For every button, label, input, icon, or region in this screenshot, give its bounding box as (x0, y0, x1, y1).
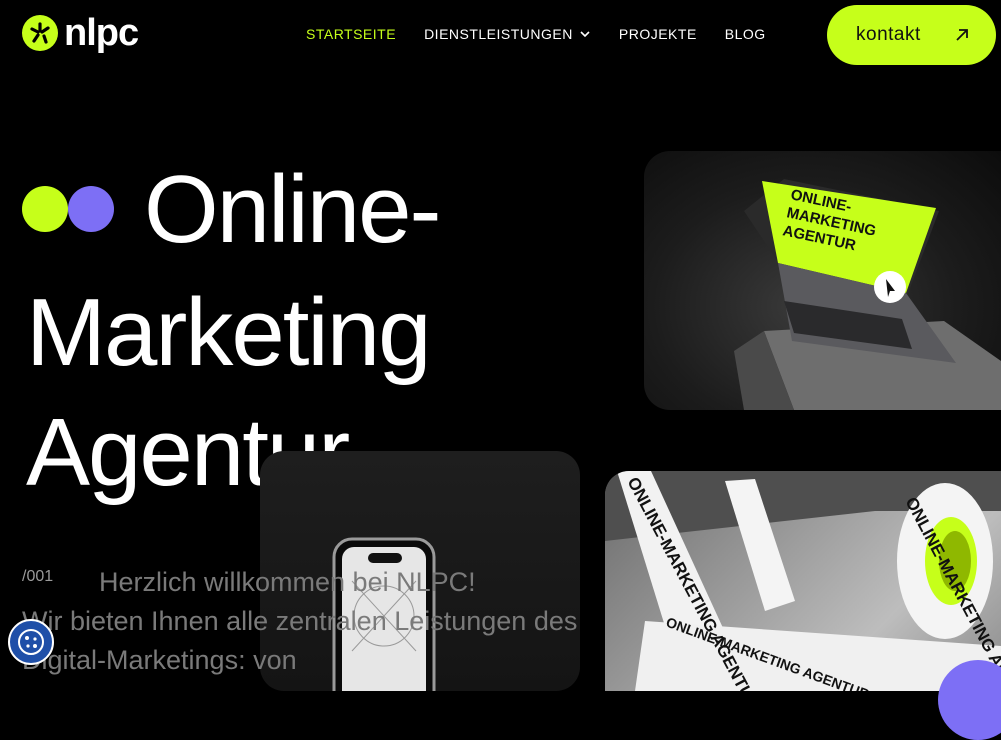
nav-label: DIENSTLEISTUNGEN (424, 26, 573, 42)
intro-line-2: Wir bieten Ihnen alle zentralen Leistung… (22, 606, 578, 675)
chevron-down-icon (580, 31, 590, 38)
nav-label: STARTSEITE (306, 26, 397, 42)
nav-item-blog[interactable]: BLOG (725, 26, 766, 42)
cookie-settings-button[interactable] (8, 619, 54, 665)
kontakt-label: kontakt (856, 24, 921, 45)
nav-label: PROJEKTE (618, 26, 697, 42)
nav-label: BLOG (724, 26, 766, 42)
tape-image: ONLINE-MARKETING AGENTUR ONLINE-MARKETIN… (605, 471, 1001, 691)
cookie-icon (18, 629, 44, 655)
main-navigation: STARTSEITE DIENSTLEISTUNGEN PROJEKTE BLO… (306, 26, 794, 42)
hero-title-line-2: Marketing (26, 279, 431, 386)
hero-title-line-1: Online- (144, 156, 441, 263)
kontakt-button[interactable]: kontakt (827, 5, 996, 65)
laptop-image: ONLINE- MARKETING AGENTUR (644, 151, 1001, 410)
intro-line-1: Herzlich willkommen bei NLPC! (99, 567, 476, 597)
nav-item-dienstleistungen[interactable]: DIENSTLEISTUNGEN (424, 26, 591, 42)
arrow-up-right-icon (956, 29, 968, 41)
nav-item-startseite[interactable]: STARTSEITE (306, 26, 396, 42)
site-logo[interactable]: nlpc (22, 12, 139, 54)
logo-text: nlpc (64, 12, 139, 54)
intro-text: Herzlich willkommen bei NLPC! Wir bieten… (22, 563, 582, 680)
sparkle-icon (22, 15, 58, 51)
purple-dot (68, 186, 114, 232)
nav-item-projekte[interactable]: PROJEKTE (619, 26, 697, 42)
green-dot (22, 186, 68, 232)
